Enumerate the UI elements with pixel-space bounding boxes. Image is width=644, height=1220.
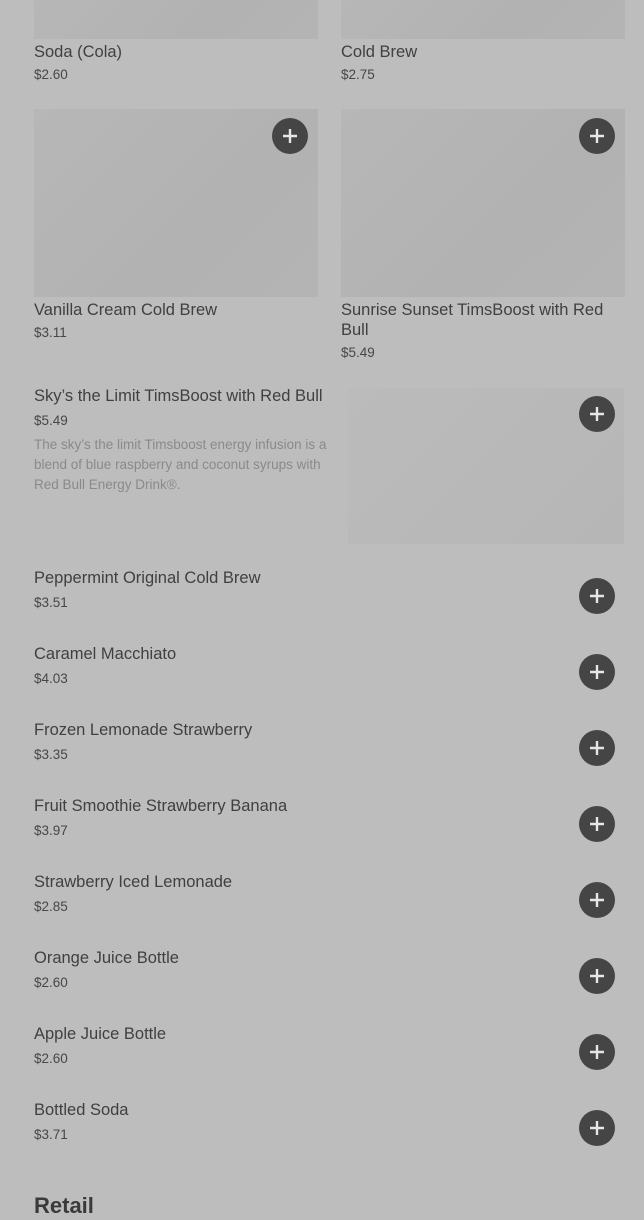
plus-icon [590,893,604,907]
item-price: $4.03 [34,671,68,686]
item-price: $2.85 [34,899,68,914]
item-price: $3.71 [34,1127,68,1142]
menu-item-list: Peppermint Original Cold Brew $3.51 Cara… [34,560,624,1168]
plus-icon [590,589,604,603]
add-to-cart-button[interactable] [579,730,615,766]
item-name: Frozen Lemonade Strawberry [34,721,253,739]
list-item[interactable]: Orange Juice Bottle $2.60 [34,940,624,1016]
plus-icon [590,969,604,983]
add-to-cart-button[interactable] [579,806,615,842]
add-to-cart-button[interactable] [579,654,615,690]
plus-icon [590,1045,604,1059]
add-to-cart-button[interactable] [272,118,308,154]
item-name: Peppermint Original Cold Brew [34,569,261,587]
featured-menu-item[interactable]: Sky’s the Limit TimsBoost with Red Bull … [34,384,624,546]
item-name: Vanilla Cream Cold Brew [34,301,218,319]
add-to-cart-button[interactable] [579,396,615,432]
item-name: Apple Juice Bottle [34,1025,167,1043]
add-to-cart-button[interactable] [579,118,615,154]
add-to-cart-button[interactable] [579,578,615,614]
item-price: $3.11 [34,325,67,340]
item-price: $5.49 [341,345,375,360]
plus-icon [590,817,604,831]
list-item[interactable]: Strawberry Iced Lemonade $2.85 [34,864,624,940]
plus-icon [590,129,604,143]
item-name: Sunrise Sunset TimsBoost with Red Bull [341,301,604,339]
item-name: Strawberry Iced Lemonade [34,873,233,891]
list-item[interactable]: Bottled Soda $3.71 [34,1092,624,1168]
list-item[interactable]: Peppermint Original Cold Brew $3.51 [34,560,624,636]
product-image [341,0,625,39]
item-name: Fruit Smoothie Strawberry Banana [34,797,288,815]
add-to-cart-button[interactable] [579,882,615,918]
item-price: $5.49 [34,413,68,428]
add-to-cart-button[interactable] [579,1110,615,1146]
item-price: $2.60 [34,67,68,82]
item-price: $3.35 [34,747,68,762]
section-heading-retail: Retail [34,1193,94,1218]
plus-icon [590,741,604,755]
item-name: Orange Juice Bottle [34,949,179,967]
product-image [34,0,318,39]
plus-icon [590,665,604,679]
plus-icon [590,407,604,421]
add-to-cart-button[interactable] [579,958,615,994]
item-name: Bottled Soda [34,1101,129,1119]
item-description: The sky’s the limit Timsboost energy inf… [34,437,327,492]
item-price: $2.75 [341,67,375,82]
list-item[interactable]: Apple Juice Bottle $2.60 [34,1016,624,1092]
item-name: Cold Brew [341,43,418,61]
item-price: $2.60 [34,1051,68,1066]
item-price: $2.60 [34,975,68,990]
list-item[interactable]: Fruit Smoothie Strawberry Banana $3.97 [34,788,624,864]
item-name: Soda (Cola) [34,43,123,61]
item-name: Caramel Macchiato [34,645,177,663]
plus-icon [590,1121,604,1135]
list-item[interactable]: Frozen Lemonade Strawberry $3.35 [34,712,624,788]
item-price: $3.51 [34,595,68,610]
list-item[interactable]: Caramel Macchiato $4.03 [34,636,624,712]
plus-icon [283,129,297,143]
item-name: Sky’s the Limit TimsBoost with Red Bull [34,387,323,405]
menu-page: Soda (Cola) $2.60 Cold Brew $2.75 Vanill… [0,0,644,1218]
item-price: $3.97 [34,823,68,838]
add-to-cart-button[interactable] [579,1034,615,1070]
